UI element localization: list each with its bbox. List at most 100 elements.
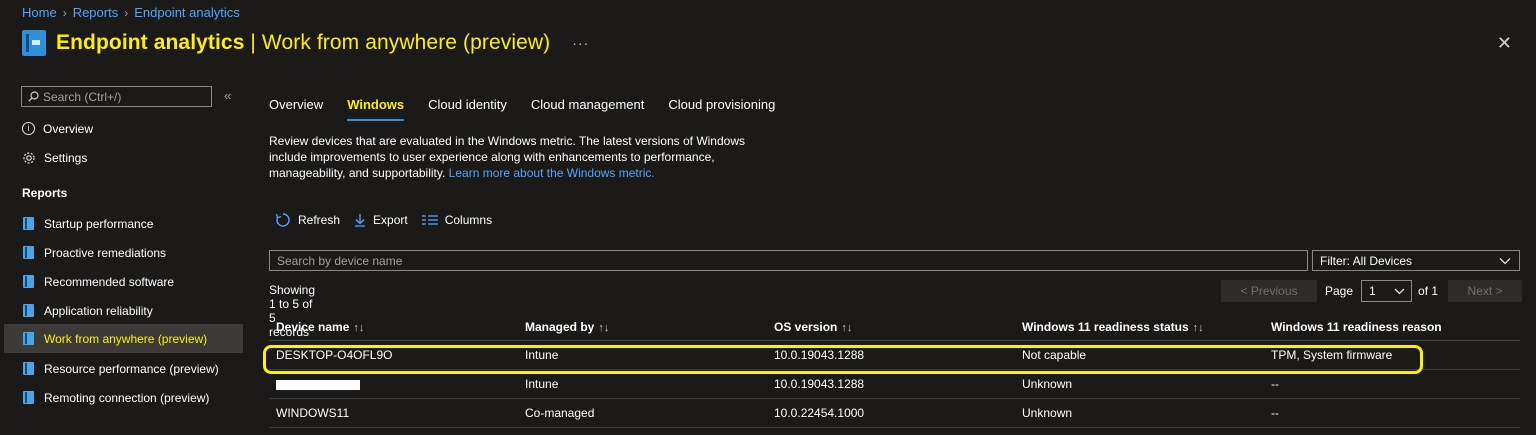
page-header: Endpoint analytics | Work from anywhere … (22, 30, 589, 56)
breadcrumb-home[interactable]: Home (22, 5, 57, 20)
breadcrumb-reports[interactable]: Reports (73, 5, 119, 20)
sidebar-item-label: Application reliability (44, 303, 153, 318)
tab-overview[interactable]: Overview (269, 97, 323, 121)
column-header-label: Windows 11 readiness status (1022, 319, 1189, 334)
tab-cloud-identity[interactable]: Cloud identity (428, 97, 507, 121)
report-icon (23, 217, 34, 230)
sidebar-section-reports: Reports (22, 186, 68, 200)
os-version-cell: 10.0.22454.1000 (774, 406, 865, 420)
sidebar-item-work-from-anywhere[interactable]: Work from anywhere (preview) (4, 324, 243, 353)
sidebar-item-overview[interactable]: i Overview (4, 114, 243, 143)
readiness-status-cell: Unknown (1022, 406, 1073, 420)
more-options-button[interactable]: ··· (572, 35, 589, 51)
readiness-reason-cell: -- (1271, 406, 1279, 420)
readiness-reason-cell: TPM, System firmware (1271, 348, 1393, 362)
device-search-input[interactable]: Search by device name (269, 250, 1308, 271)
tab-bar: Overview Windows Cloud identity Cloud ma… (269, 97, 799, 121)
report-icon (23, 362, 34, 375)
columns-button[interactable]: Columns (421, 213, 492, 227)
chevron-right-icon: › (124, 5, 129, 20)
sidebar-item-label: Recommended software (44, 274, 175, 289)
sidebar-item-resource-performance[interactable]: Resource performance (preview) (4, 354, 243, 383)
sort-icon: ↑↓ (1192, 321, 1204, 334)
column-header-readiness-reason: Windows 11 readiness reason (1264, 320, 1520, 334)
sidebar-item-label: Proactive remediations (44, 245, 167, 260)
search-icon (28, 91, 39, 102)
export-button[interactable]: Export (354, 213, 408, 227)
breadcrumb-endpoint-analytics[interactable]: Endpoint analytics (134, 5, 240, 20)
tab-cloud-provisioning[interactable]: Cloud provisioning (668, 97, 775, 121)
page-title-rest: | Work from anywhere (preview) (244, 31, 551, 54)
devices-table: Device name ↑↓ Managed by ↑↓ OS version ↑↓ … (269, 313, 1520, 428)
tab-cloud-management[interactable]: Cloud management (531, 97, 644, 121)
table-row[interactable]: WINDOWS11 Co-managed 10.0.22454.1000 Unk… (269, 399, 1520, 428)
page-title-bold: Endpoint analytics (56, 31, 245, 54)
chevron-down-icon (1499, 257, 1511, 264)
close-button[interactable]: ✕ (1497, 33, 1512, 54)
sidebar-item-recommended-software[interactable]: Recommended software (4, 267, 243, 296)
windows-metric-description: Review devices that are evaluated in the… (269, 133, 779, 181)
sort-icon: ↑↓ (841, 321, 853, 334)
gear-icon (23, 151, 35, 164)
sidebar-search-input[interactable]: Search (Ctrl+/) (21, 86, 212, 107)
collapse-sidebar-icon[interactable]: « (224, 88, 231, 103)
download-icon (355, 214, 366, 227)
report-icon (23, 304, 34, 317)
sidebar-item-application-reliability[interactable]: Application reliability (4, 296, 243, 325)
chevron-right-icon: › (62, 5, 67, 20)
sort-icon: ↑↓ (353, 321, 365, 334)
report-icon (23, 246, 34, 259)
readiness-status-cell: Not capable (1022, 348, 1087, 362)
device-name-cell[interactable]: DESKTOP-O4OFL9O (269, 348, 518, 362)
os-version-cell: 10.0.19043.1288 (774, 348, 865, 362)
previous-page-button[interactable]: < Previous (1221, 280, 1317, 302)
breadcrumb: Home › Reports › Endpoint analytics (22, 5, 240, 20)
sidebar-item-remoting-connection[interactable]: Remoting connection (preview) (4, 383, 243, 412)
redacted-device-name (276, 379, 360, 390)
column-header-label: OS version (774, 319, 838, 334)
refresh-button[interactable]: Refresh (275, 212, 340, 228)
device-name-cell[interactable]: WINDOWS11 (269, 406, 518, 420)
info-icon: i (22, 122, 35, 135)
report-icon (23, 275, 34, 288)
pagination: < Previous Page 1 of 1 Next > (1221, 280, 1523, 302)
column-header-device-name[interactable]: Device name ↑↓ (269, 320, 518, 334)
page-of-label: of 1 (1418, 284, 1439, 298)
column-header-os-version[interactable]: OS version ↑↓ (767, 320, 1015, 334)
table-row[interactable]: DESKTOP-O4OFL9O Intune 10.0.19043.1288 N… (269, 341, 1520, 370)
sidebar-search-placeholder: Search (Ctrl+/) (43, 89, 122, 104)
chevron-down-icon (1394, 288, 1405, 294)
readiness-reason-cell: -- (1271, 377, 1279, 391)
tab-windows[interactable]: Windows (347, 97, 404, 121)
managed-by-cell: Co-managed (525, 406, 595, 420)
sort-icon: ↑↓ (598, 321, 610, 334)
sidebar-item-proactive-remediations[interactable]: Proactive remediations (4, 238, 243, 267)
learn-more-link[interactable]: Learn more about the Windows metric. (449, 166, 655, 180)
page-select-value: 1 (1369, 284, 1376, 298)
next-page-button[interactable]: Next > (1448, 280, 1523, 302)
sidebar-item-label: Startup performance (44, 216, 154, 231)
sidebar-item-settings[interactable]: Settings (4, 143, 243, 172)
readiness-status-cell: Unknown (1022, 377, 1073, 391)
column-header-label: Managed by (525, 319, 595, 334)
report-icon (23, 332, 34, 345)
export-label: Export (373, 213, 408, 227)
refresh-label: Refresh (298, 213, 341, 227)
column-header-label: Device name (276, 319, 350, 334)
refresh-icon (275, 213, 290, 227)
sidebar-item-label: Work from anywhere (preview) (44, 331, 208, 346)
column-header-readiness-status[interactable]: Windows 11 readiness status ↑↓ (1015, 320, 1264, 334)
os-version-cell: 10.0.19043.1288 (774, 377, 865, 391)
sidebar-item-label: Settings (44, 150, 88, 165)
table-row[interactable]: Intune 10.0.19043.1288 Unknown -- (269, 370, 1520, 399)
device-name-cell[interactable] (269, 377, 518, 391)
filter-dropdown[interactable]: Filter: All Devices (1312, 250, 1520, 271)
report-book-icon (22, 30, 46, 56)
table-header-row: Device name ↑↓ Managed by ↑↓ OS version ↑↓ … (269, 313, 1520, 341)
sidebar-item-startup-performance[interactable]: Startup performance (4, 209, 243, 238)
managed-by-cell: Intune (525, 377, 559, 391)
page-select[interactable]: 1 (1361, 280, 1413, 302)
page-label: Page (1325, 284, 1354, 298)
column-header-managed-by[interactable]: Managed by ↑↓ (518, 320, 767, 334)
managed-by-cell: Intune (525, 348, 559, 362)
